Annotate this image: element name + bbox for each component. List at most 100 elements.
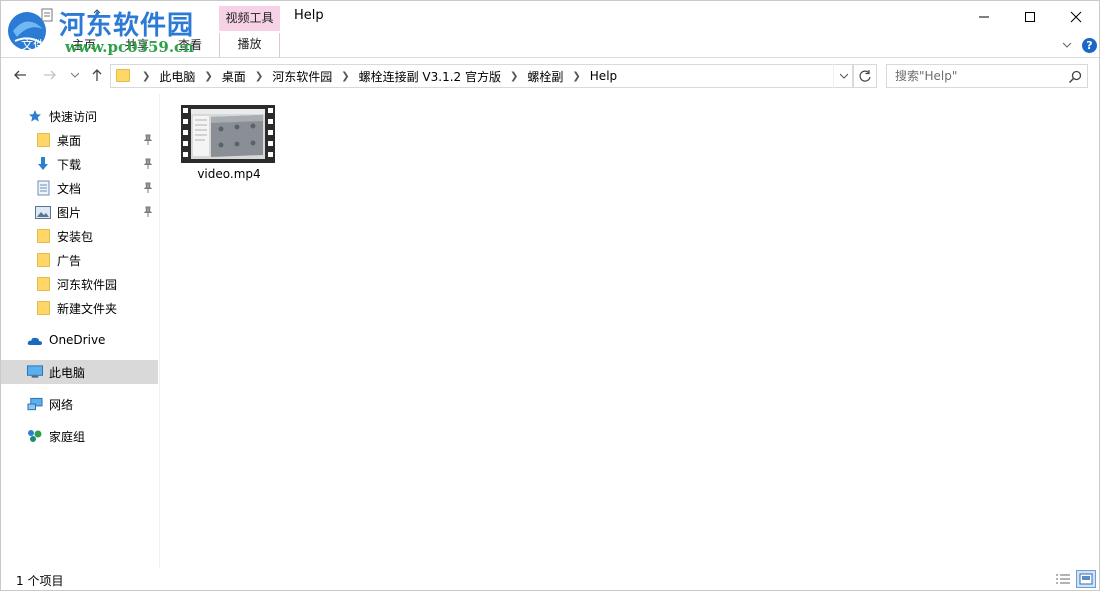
pin-icon[interactable] [142, 206, 154, 218]
explorer-window: 河东软件园 视频工具 Help 文件 主页 共享 查看 播放 www.pc035… [0, 0, 1100, 591]
download-arrow-icon [35, 156, 51, 172]
ribbon-expand-icon[interactable] [1061, 39, 1073, 51]
document-icon [35, 180, 51, 196]
pin-icon[interactable] [142, 158, 154, 170]
nav-onedrive[interactable]: OneDrive [1, 328, 158, 352]
refresh-icon [859, 70, 871, 82]
breadcrumb-separator-icon[interactable]: ❯ [255, 71, 263, 82]
up-button[interactable] [88, 66, 106, 84]
window-title: Help [294, 8, 324, 23]
back-arrow-icon [14, 70, 26, 80]
breadcrumb-help[interactable]: Help [590, 69, 617, 83]
breadcrumb-desktop[interactable]: 桌面 [222, 68, 246, 85]
breadcrumb: ❯ 此电脑 ❯ 桌面 ❯ 河东软件园 ❯ 螺栓连接副 V3.1.2 官方版 ❯ … [133, 65, 617, 87]
maximize-icon [1025, 12, 1035, 22]
homegroup-icon [27, 428, 43, 444]
nav-item-label: 下载 [57, 157, 82, 172]
nav-quick-access-label: 快速访问 [49, 109, 98, 124]
properties-icon[interactable] [39, 7, 55, 23]
video-thumbnail-icon [181, 105, 275, 163]
nav-item-new-folder[interactable]: 新建文件夹 [1, 296, 158, 320]
nav-item-label: 新建文件夹 [57, 301, 118, 316]
large-icons-view-icon [1079, 573, 1093, 585]
nav-item-install-packages[interactable]: 安装包 [1, 224, 158, 248]
breadcrumb-separator-icon[interactable]: ❯ [204, 71, 212, 82]
chevron-down-icon [839, 73, 848, 79]
nav-item-ads[interactable]: 广告 [1, 248, 158, 272]
folder-icon [35, 276, 51, 292]
minimize-icon [979, 16, 989, 18]
pin-icon[interactable] [142, 134, 154, 146]
search-box[interactable] [886, 64, 1088, 88]
nav-item-hedong[interactable]: 河东软件园 [1, 272, 158, 296]
breadcrumb-subfolder[interactable]: 螺栓副 [527, 68, 563, 85]
breadcrumb-hedong[interactable]: 河东软件园 [272, 68, 332, 85]
refresh-button[interactable] [853, 64, 877, 88]
pin-icon[interactable] [142, 182, 154, 194]
item-count: 1 个项目 [16, 574, 64, 588]
address-bar[interactable]: ❯ 此电脑 ❯ 桌面 ❯ 河东软件园 ❯ 螺栓连接副 V3.1.2 官方版 ❯ … [110, 64, 853, 88]
watermark-url-text: www.pc0359.cn [65, 38, 195, 56]
nav-onedrive-label: OneDrive [49, 333, 106, 347]
star-icon [27, 108, 43, 124]
breadcrumb-separator-icon: ❯ [142, 70, 151, 82]
nav-item-label: 图片 [57, 205, 82, 220]
folder-icon [35, 300, 51, 316]
tab-file[interactable]: 文件 [21, 36, 45, 53]
breadcrumb-this-pc[interactable]: 此电脑 [159, 68, 195, 85]
address-folder-icon [116, 69, 130, 82]
navigation-pane: 快速访问 桌面 下载 文档 图片 安装包 广告 河东软件园 新建文件夹 OneD… [1, 94, 159, 568]
chevron-down-icon [71, 72, 79, 78]
breadcrumb-separator-icon[interactable]: ❯ [572, 71, 580, 82]
nav-item-desktop[interactable]: 桌面 [1, 128, 158, 152]
back-button[interactable] [11, 66, 29, 84]
maximize-button[interactable] [1007, 1, 1053, 33]
picture-icon [35, 204, 51, 220]
desktop-folder-icon [35, 132, 51, 148]
breadcrumb-separator-icon[interactable]: ❯ [510, 71, 518, 82]
recent-locations-button[interactable] [66, 66, 84, 84]
nav-item-documents[interactable]: 文档 [1, 176, 158, 200]
video-tools-context-header: 视频工具 [219, 6, 280, 31]
nav-network[interactable]: 网络 [1, 392, 158, 416]
nav-item-label: 广告 [57, 253, 82, 268]
breadcrumb-separator-icon[interactable]: ❯ [341, 71, 349, 82]
help-button[interactable]: ? [1082, 38, 1097, 53]
address-history-dropdown[interactable] [833, 64, 853, 88]
nav-homegroup-label: 家庭组 [49, 429, 86, 444]
details-view-icon [1056, 574, 1070, 584]
network-icon [27, 396, 43, 412]
computer-icon [27, 364, 43, 380]
tab-play[interactable]: 播放 [219, 33, 280, 57]
nav-item-label: 安装包 [57, 229, 94, 244]
close-icon [1070, 11, 1082, 23]
file-name: video.mp4 [197, 167, 261, 181]
search-input[interactable] [895, 68, 1065, 84]
ribbon-tab-bar: 文件 主页 共享 查看 播放 www.pc0359.cn [1, 33, 1099, 57]
close-button[interactable] [1053, 1, 1099, 33]
details-view-button[interactable] [1054, 571, 1072, 587]
folder-icon [35, 252, 51, 268]
nav-item-downloads[interactable]: 下载 [1, 152, 158, 176]
forward-button[interactable] [41, 66, 59, 84]
navigation-row: ❯ 此电脑 ❯ 桌面 ❯ 河东软件园 ❯ 螺栓连接副 V3.1.2 官方版 ❯ … [1, 58, 1099, 94]
pane-splitter[interactable] [159, 94, 160, 568]
cloud-icon [27, 332, 43, 348]
nav-network-label: 网络 [49, 397, 74, 412]
breadcrumb-app-folder[interactable]: 螺栓连接副 V3.1.2 官方版 [359, 68, 501, 85]
up-arrow-icon [92, 69, 102, 81]
nav-this-pc[interactable]: 此电脑 [1, 360, 158, 384]
file-list: video.mp4 [161, 94, 1097, 568]
forward-arrow-icon [44, 70, 56, 80]
nav-homegroup[interactable]: 家庭组 [1, 424, 158, 448]
nav-item-pictures[interactable]: 图片 [1, 200, 158, 224]
minimize-button[interactable] [961, 1, 1007, 33]
nav-quick-access[interactable]: 快速访问 [1, 104, 158, 128]
search-icon[interactable] [1067, 69, 1083, 85]
nav-item-label: 桌面 [57, 133, 82, 148]
file-item[interactable]: video.mp4 [179, 102, 279, 186]
status-bar: 1 个项目 [1, 568, 1099, 590]
nav-item-label: 文档 [57, 181, 82, 196]
nav-this-pc-label: 此电脑 [49, 365, 86, 380]
large-icons-view-button[interactable] [1076, 570, 1096, 588]
